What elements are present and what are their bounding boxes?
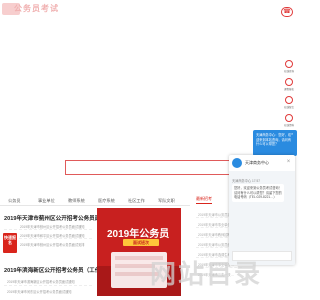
news-heading[interactable]: 2019年天津市蓟州区公开招考公务员面试… xyxy=(4,214,112,222)
site-header: 公务员考试 ☎ xyxy=(0,0,300,34)
divider xyxy=(4,238,92,239)
phone-icon xyxy=(285,78,293,86)
promo-banner[interactable]: 2019年公务员 面试班次 xyxy=(97,208,181,296)
news-item[interactable]: 2019年天津市滨海新区公开招考公务员面试通知 xyxy=(7,279,75,284)
divider xyxy=(196,267,242,268)
chat-sender: 天津商务中心 17:57 xyxy=(232,179,260,183)
nav-item-medical[interactable]: 医疗系统 xyxy=(98,198,115,204)
phone-icon[interactable]: ☎ xyxy=(281,7,293,17)
chat-message: 您好，欢迎来到公务员考试咨询！请问有什么可以帮您？请留下您的电话号码（TEL:0… xyxy=(232,184,284,202)
category-nav: 公务员 事业单位 教师系统 医疗系统 社区工作 军队文职 xyxy=(0,196,190,206)
chat-invite-popup[interactable]: 天津商务中心：您好，欢迎来到本站咨询，请问有什么可以帮您？ × xyxy=(253,130,297,156)
float-item-label: 课程报名 xyxy=(283,87,295,91)
message-icon xyxy=(285,96,293,104)
chat-title: 天津商务中心 xyxy=(245,160,269,165)
nav-item-community[interactable]: 社区工作 xyxy=(128,198,145,204)
banner-title: 2019年公务员 xyxy=(107,229,170,240)
float-item-label: 在线咨询 xyxy=(283,69,295,73)
news-item[interactable]: 2019年天津市蓟州区公开招考公务员面试安排 xyxy=(20,242,84,247)
nav-item-public-institution[interactable]: 事业单位 xyxy=(38,198,55,204)
news-item[interactable]: 2019年天津市河东区公开招考公务员面试通知 xyxy=(7,289,71,294)
site-logo[interactable]: 公务员考试 xyxy=(2,3,62,15)
logo-text: 公务员考试 xyxy=(14,4,59,13)
quick-signup-tag[interactable]: 快速报名 xyxy=(3,233,17,253)
float-item-course-signup[interactable]: 课程报名 xyxy=(280,78,298,94)
banner-card xyxy=(111,252,167,288)
float-item-leave-message[interactable]: 在线留言 xyxy=(280,96,298,112)
float-item-online-consult[interactable]: 在线咨询 xyxy=(280,60,298,76)
float-item-materials[interactable]: 在线资料 xyxy=(280,114,298,130)
chat-invite-text: 天津商务中心：您好，欢迎来到本站咨询，请问有什么可以帮您？ xyxy=(256,133,292,146)
nav-item-military-civilian[interactable]: 军队文职 xyxy=(158,198,175,204)
document-icon xyxy=(285,114,293,122)
float-item-label: 在线资料 xyxy=(283,123,295,127)
close-icon[interactable]: × xyxy=(291,131,293,136)
divider xyxy=(4,285,92,286)
banner-subtitle: 面试班次 xyxy=(123,239,159,246)
search-input[interactable] xyxy=(65,160,237,175)
chat-bubble-icon xyxy=(232,158,242,168)
chat-widget: 天津商务中心 × 天津商务中心 17:57 您好，欢迎来到公务员考试咨询！请问有… xyxy=(229,155,295,265)
divider xyxy=(4,229,92,230)
chat-input[interactable] xyxy=(232,251,292,261)
quick-signup-label: 快速报名 xyxy=(4,235,16,245)
float-item-label: 在线留言 xyxy=(283,105,295,109)
close-icon[interactable]: × xyxy=(285,159,292,166)
nav-item-civil-servant[interactable]: 公务员 xyxy=(8,198,21,204)
chat-icon xyxy=(285,60,293,68)
tab-latest-exams[interactable]: 最新招考 xyxy=(196,196,212,204)
nav-item-teacher[interactable]: 教师系统 xyxy=(68,198,85,204)
list-item[interactable]: 2019年天津市三支一扶… xyxy=(198,272,234,277)
